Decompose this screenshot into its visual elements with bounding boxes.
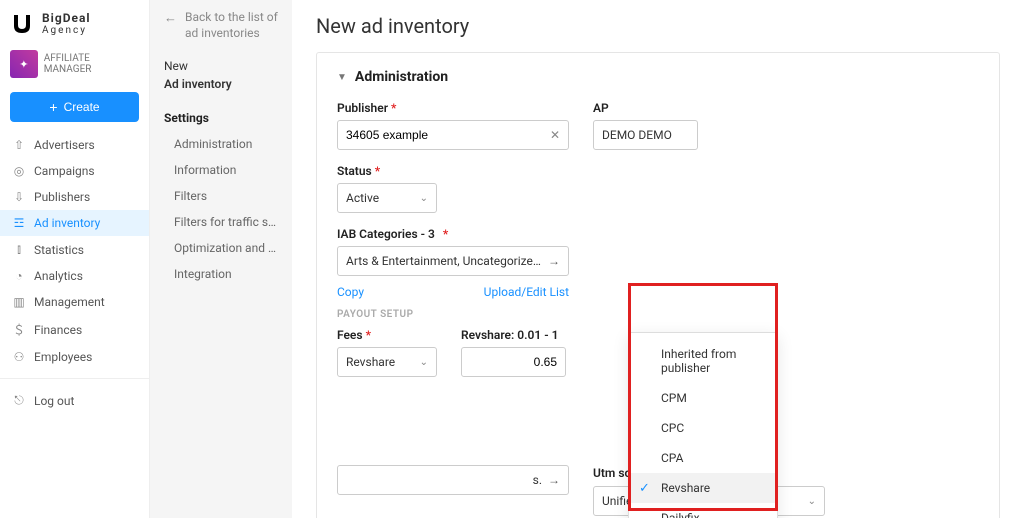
chevron-down-icon: ⌄ [420, 357, 428, 368]
nav-analytics[interactable]: ◔Analytics [0, 263, 149, 289]
ap-label: AP [593, 101, 698, 115]
nav-ad-inventory[interactable]: ☲Ad inventory [0, 210, 149, 236]
brand-sub: Agency [42, 25, 91, 36]
iab-select[interactable]: Arts & Entertainment, Uncategorized, Por… [337, 246, 569, 276]
chevron-down-icon: ⌄ [420, 193, 428, 204]
fees-select[interactable]: Revshare ⌄ [337, 347, 437, 377]
iab-label: IAB Categories - 3* [337, 227, 569, 241]
fee-option-dailyfix[interactable]: Dailyfix [629, 503, 777, 518]
arrow-left-icon: ← [164, 10, 177, 26]
create-button[interactable]: Create [10, 92, 139, 122]
copy-link[interactable]: Copy [337, 285, 364, 299]
list-icon: ☲ [12, 216, 26, 230]
subnav-information[interactable]: Information [164, 157, 278, 183]
arrow-right-icon: → [548, 473, 560, 487]
payout-section-label: PAYOUT SETUP [337, 309, 979, 320]
people-icon: ⚇ [12, 350, 26, 364]
primary-nav: ⇧Advertisers ◎Campaigns ⇩Publishers ☲Ad … [0, 132, 149, 518]
status-label: Status* [337, 164, 437, 178]
source-select[interactable]: s. → [337, 465, 569, 495]
revshare-label: Revshare: 0.01 - 1 [461, 328, 566, 342]
status-select[interactable]: Active ⌄ [337, 183, 437, 213]
arrow-right-icon: → [548, 254, 560, 268]
publisher-input-text[interactable] [346, 128, 544, 142]
clear-icon[interactable]: ✕ [550, 128, 560, 142]
nav-finances[interactable]: ＄Finances [0, 315, 149, 344]
collapse-icon: ▼ [337, 72, 347, 83]
avatar: ✦ [10, 50, 38, 78]
chevron-down-icon: ⌄ [808, 496, 816, 507]
subnav-filters[interactable]: Filters [164, 183, 278, 209]
ap-input[interactable]: DEMO DEMO [593, 120, 698, 150]
publisher-label: Publisher* [337, 101, 569, 115]
nav-statistics[interactable]: ⫾Statistics [0, 236, 149, 263]
nav-employees[interactable]: ⚇Employees [0, 344, 149, 370]
fee-option-inherited[interactable]: Inherited from publisher [629, 339, 777, 383]
nav-logout[interactable]: ⎋Log out [0, 387, 149, 414]
dollar-icon: ＄ [12, 321, 26, 338]
revshare-input[interactable] [461, 347, 566, 377]
target-icon: ◎ [12, 164, 26, 178]
grid-icon: ▥ [12, 295, 26, 309]
main-sidebar: BigDeal Agency ✦ AFFILIATE MANAGER Creat… [0, 0, 150, 518]
subnav-settings-heading[interactable]: Settings [164, 105, 278, 131]
download-icon: ⇩ [12, 190, 26, 204]
subnav-administration[interactable]: Administration [164, 131, 278, 157]
nav-publishers[interactable]: ⇩Publishers [0, 184, 149, 210]
fee-option-cpc[interactable]: CPC [629, 413, 777, 443]
logout-icon: ⎋ [12, 393, 26, 408]
fees-label: Fees* [337, 328, 437, 342]
brand-name: BigDeal [42, 11, 91, 25]
bars-icon: ⫾ [12, 242, 26, 257]
fees-dropdown: Inherited from publisher CPM CPC CPA Rev… [628, 332, 778, 518]
pie-icon: ◔ [12, 269, 26, 283]
sub-nav: ← Back to the list of ad inventories New… [150, 0, 292, 518]
role-label: AFFILIATE MANAGER [44, 53, 139, 75]
subnav-integration[interactable]: Integration [164, 261, 278, 287]
subnav-optimization[interactable]: Optimization and rules [164, 235, 278, 261]
fee-option-cpm[interactable]: CPM [629, 383, 777, 413]
nav-advertisers[interactable]: ⇧Advertisers [0, 132, 149, 158]
revshare-input-text[interactable] [470, 355, 557, 369]
main-content: New ad inventory ▼ Administration Publis… [292, 0, 1024, 518]
nav-campaigns[interactable]: ◎Campaigns [0, 158, 149, 184]
subnav-new-label: New [164, 59, 278, 73]
fee-option-cpa[interactable]: CPA [629, 443, 777, 473]
fee-option-revshare[interactable]: Revshare [629, 473, 777, 503]
publisher-input[interactable]: ✕ [337, 120, 569, 150]
subnav-filters-traffic[interactable]: Filters for traffic sour... [164, 209, 278, 235]
brand-logo: BigDeal Agency [0, 0, 149, 44]
page-title: New ad inventory [316, 14, 1000, 38]
brand-logo-icon [10, 12, 34, 36]
upload-edit-link[interactable]: Upload/Edit List [484, 285, 569, 299]
nav-management[interactable]: ▥Management [0, 289, 149, 315]
back-link[interactable]: ← Back to the list of ad inventories [164, 10, 278, 41]
upload-icon: ⇧ [12, 138, 26, 152]
panel-heading[interactable]: ▼ Administration [337, 69, 979, 85]
subnav-current: Ad inventory [164, 77, 278, 91]
user-role-block: ✦ AFFILIATE MANAGER [0, 44, 149, 88]
